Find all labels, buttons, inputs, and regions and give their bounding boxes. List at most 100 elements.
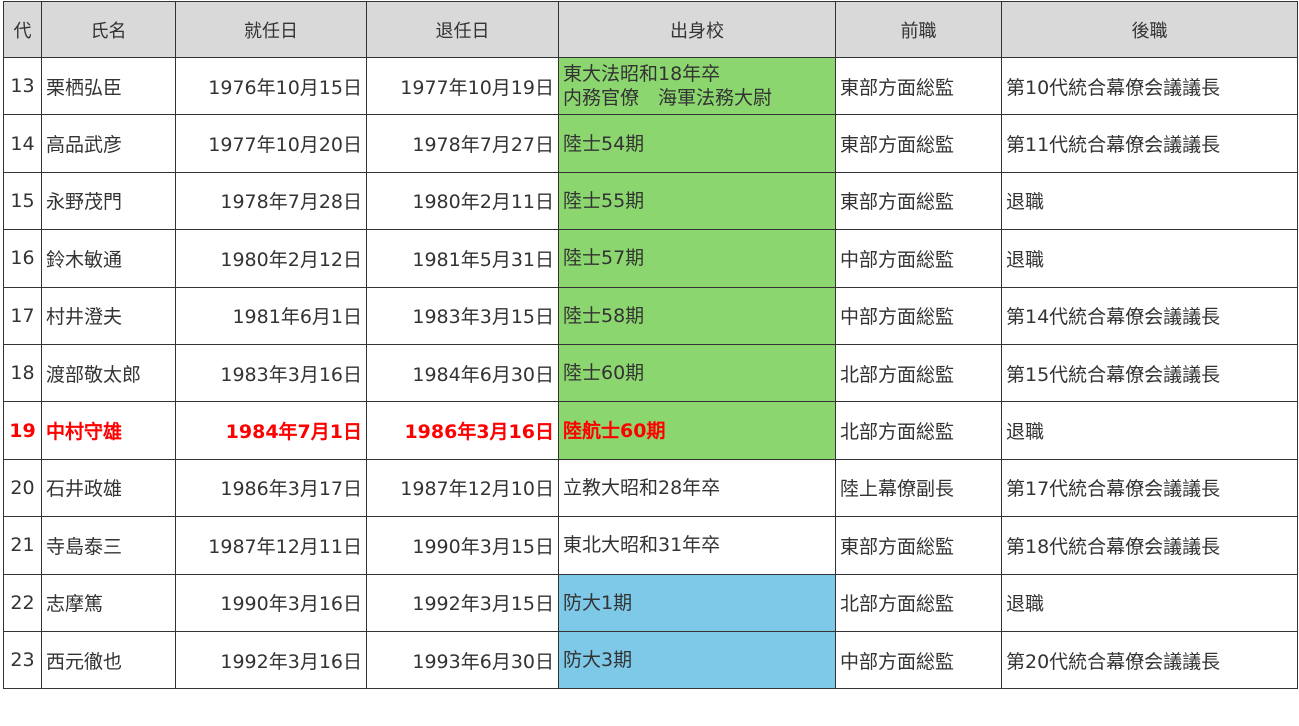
table-row: 14 高品武彦 1977年10月20日 1978年7月27日 陸士54期 東部方面総監 第1… xyxy=(3,114,1298,173)
school-line: 陸士55期 xyxy=(563,189,645,212)
cell-previous-post: 北部方面総監 xyxy=(835,401,1002,460)
cell-previous-post: 中部方面総監 xyxy=(835,229,1002,288)
cell-next-post: 第17代統合幕僚会議議長 xyxy=(1001,458,1298,518)
cell-next-post: 第15代統合幕僚会議議長 xyxy=(1001,343,1298,403)
cell-school: 陸士58期 xyxy=(558,286,836,345)
cell-school: 立教大昭和28年卒 xyxy=(558,458,836,518)
cell-end-date: 1987年12月10日 xyxy=(366,458,559,518)
chiefs-of-staff-table: 代 氏名 就任日 退任日 出身校 前職 後職 13 栗栖弘臣 1976年10月15日… xyxy=(3,1,1298,690)
cell-name: 永野茂門 xyxy=(41,171,176,231)
cell-name: 高品武彦 xyxy=(41,114,176,173)
cell-name: 鈴木敏通 xyxy=(41,229,176,288)
school-line: 陸士54期 xyxy=(563,132,645,155)
cell-previous-post: 東部方面総監 xyxy=(835,516,1002,575)
cell-school: 陸航士60期 xyxy=(558,401,836,460)
cell-dai: 18 xyxy=(3,343,42,403)
cell-previous-post: 中部方面総監 xyxy=(835,630,1002,690)
cell-dai: 13 xyxy=(3,56,42,116)
cell-previous-post: 東部方面総監 xyxy=(835,171,1002,231)
header-next-post: 後職 xyxy=(1001,1,1298,58)
cell-name: 石井政雄 xyxy=(41,458,176,518)
cell-end-date: 1992年3月15日 xyxy=(366,573,559,632)
table-row: 23 西元徹也 1992年3月16日 1993年6月30日 防大3期 中部方面総監 第20代… xyxy=(3,630,1298,690)
table-row: 13 栗栖弘臣 1976年10月15日 1977年10月19日 東大法昭和18年卒 内務官… xyxy=(3,56,1298,116)
cell-next-post: 第14代統合幕僚会議議長 xyxy=(1001,286,1298,345)
cell-start-date: 1980年2月12日 xyxy=(175,229,367,288)
cell-dai: 21 xyxy=(3,516,42,575)
cell-end-date: 1993年6月30日 xyxy=(366,630,559,690)
cell-next-post: 第18代統合幕僚会議議長 xyxy=(1001,516,1298,575)
cell-end-date: 1978年7月27日 xyxy=(366,114,559,173)
cell-school: 防大3期 xyxy=(558,630,836,690)
cell-end-date: 1983年3月15日 xyxy=(366,286,559,345)
table-row: 17 村井澄夫 1981年6月1日 1983年3月15日 陸士58期 中部方面総監 第14代… xyxy=(3,286,1298,345)
cell-next-post: 第20代統合幕僚会議議長 xyxy=(1001,630,1298,690)
school-line: 防大3期 xyxy=(563,649,633,672)
header-name: 氏名 xyxy=(41,1,176,58)
cell-school: 陸士54期 xyxy=(558,114,836,173)
school-line: 防大1期 xyxy=(563,591,633,614)
table-row: 16 鈴木敏通 1980年2月12日 1981年5月31日 陸士57期 中部方面総監 退職 xyxy=(3,229,1298,288)
school-line: 陸航士60期 xyxy=(563,419,666,442)
cell-dai: 22 xyxy=(3,573,42,632)
cell-end-date: 1981年5月31日 xyxy=(366,229,559,288)
school-line: 東北大昭和31年卒 xyxy=(563,534,721,557)
cell-next-post: 第11代統合幕僚会議議長 xyxy=(1001,114,1298,173)
header-end-date: 退任日 xyxy=(366,1,559,58)
header-start-date: 就任日 xyxy=(175,1,367,58)
table-row: 18 渡部敬太郎 1983年3月16日 1984年6月30日 陸士60期 北部方面総監 第1… xyxy=(3,343,1298,403)
table-row: 20 石井政雄 1986年3月17日 1987年12月10日 立教大昭和28年卒 陸上幕僚… xyxy=(3,458,1298,518)
school-line: 陸士60期 xyxy=(563,362,645,385)
cell-school: 陸士55期 xyxy=(558,171,836,231)
cell-next-post: 第10代統合幕僚会議議長 xyxy=(1001,56,1298,116)
cell-next-post: 退職 xyxy=(1001,229,1298,288)
header-dai: 代 xyxy=(3,1,42,58)
cell-name: 中村守雄 xyxy=(41,401,176,460)
cell-start-date: 1976年10月15日 xyxy=(175,56,367,116)
cell-dai: 15 xyxy=(3,171,42,231)
cell-dai: 19 xyxy=(3,401,42,460)
cell-end-date: 1986年3月16日 xyxy=(366,401,559,460)
header-row: 代 氏名 就任日 退任日 出身校 前職 後職 xyxy=(3,1,1298,58)
cell-previous-post: 北部方面総監 xyxy=(835,343,1002,403)
cell-name: 志摩篤 xyxy=(41,573,176,632)
cell-start-date: 1978年7月28日 xyxy=(175,171,367,231)
cell-start-date: 1984年7月1日 xyxy=(175,401,367,460)
cell-next-post: 退職 xyxy=(1001,171,1298,231)
cell-dai: 14 xyxy=(3,114,42,173)
cell-end-date: 1990年3月15日 xyxy=(366,516,559,575)
school-line: 陸士57期 xyxy=(563,247,645,270)
cell-previous-post: 中部方面総監 xyxy=(835,286,1002,345)
cell-name: 栗栖弘臣 xyxy=(41,56,176,116)
cell-start-date: 1990年3月16日 xyxy=(175,573,367,632)
cell-start-date: 1983年3月16日 xyxy=(175,343,367,403)
cell-previous-post: 東部方面総監 xyxy=(835,114,1002,173)
table-row: 22 志摩篤 1990年3月16日 1992年3月15日 防大1期 北部方面総監 退職 xyxy=(3,573,1298,632)
table-row: 21 寺島泰三 1987年12月11日 1990年3月15日 東北大昭和31年卒 東部方面… xyxy=(3,516,1298,575)
cell-name: 渡部敬太郎 xyxy=(41,343,176,403)
cell-school: 陸士60期 xyxy=(558,343,836,403)
cell-name: 西元徹也 xyxy=(41,630,176,690)
cell-next-post: 退職 xyxy=(1001,401,1298,460)
cell-dai: 17 xyxy=(3,286,42,345)
school-line: 陸士58期 xyxy=(563,304,645,327)
cell-start-date: 1981年6月1日 xyxy=(175,286,367,345)
cell-start-date: 1987年12月11日 xyxy=(175,516,367,575)
cell-previous-post: 陸上幕僚副長 xyxy=(835,458,1002,518)
header-school: 出身校 xyxy=(558,1,836,58)
table-row: 19 中村守雄 1984年7月1日 1986年3月16日 陸航士60期 北部方面総監 退職 xyxy=(3,401,1298,460)
cell-end-date: 1977年10月19日 xyxy=(366,56,559,116)
cell-dai: 16 xyxy=(3,229,42,288)
school-line: 東大法昭和18年卒 xyxy=(563,63,721,86)
school-line: 内務官僚 海軍法務大尉 xyxy=(563,87,773,110)
cell-name: 村井澄夫 xyxy=(41,286,176,345)
cell-start-date: 1986年3月17日 xyxy=(175,458,367,518)
cell-school: 陸士57期 xyxy=(558,229,836,288)
cell-previous-post: 東部方面総監 xyxy=(835,56,1002,116)
cell-start-date: 1992年3月16日 xyxy=(175,630,367,690)
school-line: 立教大昭和28年卒 xyxy=(563,476,721,499)
cell-end-date: 1980年2月11日 xyxy=(366,171,559,231)
cell-name: 寺島泰三 xyxy=(41,516,176,575)
table-body: 13 栗栖弘臣 1976年10月15日 1977年10月19日 東大法昭和18年卒 内務官… xyxy=(3,56,1298,690)
header-previous-post: 前職 xyxy=(835,1,1002,58)
